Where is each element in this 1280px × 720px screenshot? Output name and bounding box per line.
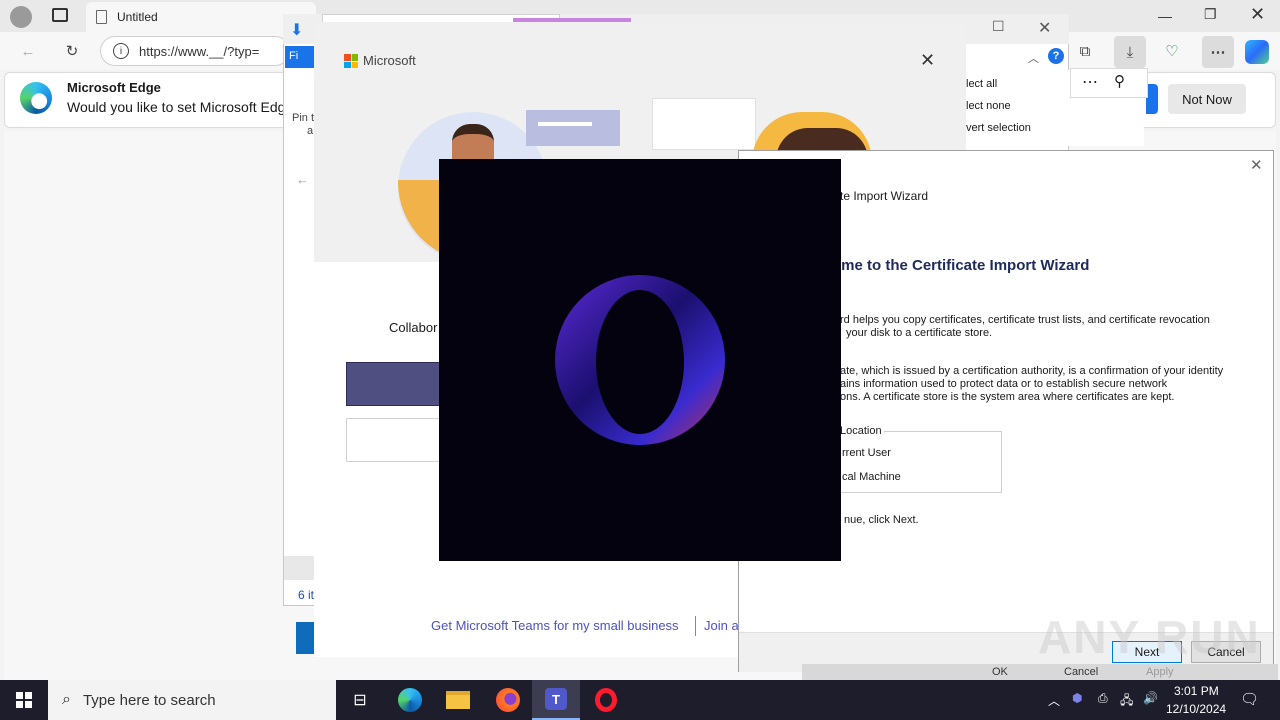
local-machine-radio[interactable]: cal Machine (842, 471, 901, 483)
address-bar[interactable]: i https://www.__/?typ= (100, 36, 290, 66)
page-icon (96, 10, 107, 24)
taskbar-teams-icon[interactable]: T (532, 680, 580, 720)
network-icon[interactable]: 🖧 (1120, 691, 1133, 712)
small-business-link[interactable]: Get Microsoft Teams for my small busines… (431, 618, 679, 633)
opera-logo-icon (555, 275, 725, 445)
address-text: https://www.__/?typ= (139, 43, 260, 59)
banner-title: Microsoft Edge (67, 80, 161, 95)
clock-date[interactable]: 12/10/2024 (1166, 702, 1226, 716)
tab-actions-icon[interactable] (52, 8, 68, 22)
minimize-icon[interactable]: — (1158, 8, 1172, 24)
taskbar-explorer-icon[interactable] (434, 680, 482, 720)
taskbar-firefox-icon[interactable] (484, 680, 532, 720)
pin-icon[interactable]: ⚲ (1114, 72, 1125, 90)
tray-expand-icon[interactable]: ︿ (1048, 692, 1060, 709)
taskbar-opera-icon[interactable] (582, 680, 630, 720)
browser-tab[interactable]: Untitled (86, 2, 316, 32)
start-button[interactable] (0, 680, 48, 720)
more-options-icon[interactable]: ⋯ (1082, 72, 1098, 92)
edge-logo-icon (20, 82, 52, 114)
microsoft-logo-icon (344, 54, 358, 68)
search-icon: ⌕ (62, 691, 71, 708)
help-icon[interactable]: ? (1048, 48, 1064, 64)
collab-text: Collabor (389, 320, 438, 335)
file-menu-button[interactable]: Fi (285, 46, 315, 68)
task-view-icon[interactable]: ⊟ (336, 680, 384, 720)
refresh-icon[interactable]: ↻ (58, 37, 86, 65)
hero-chat-bubble (526, 110, 620, 146)
copilot-icon[interactable] (1245, 40, 1269, 64)
close-icon[interactable]: ✕ (1250, 4, 1265, 25)
pin-label-2: a (307, 125, 314, 137)
restore-icon[interactable]: ❐ (1204, 6, 1217, 23)
join-link[interactable]: Join a (704, 618, 739, 633)
select-none-item[interactable]: lect none (966, 100, 1011, 112)
ribbon-collapse-icon[interactable]: ︿ (1028, 50, 1039, 66)
profile-avatar[interactable] (10, 6, 32, 28)
store-location-label: Location (838, 425, 884, 437)
anyrun-watermark: ANY RUN (1038, 611, 1261, 663)
banner-text: Would you like to set Microsoft Edge (67, 99, 294, 115)
explorer-status-strip (284, 556, 314, 580)
item-count: 6 it (298, 588, 315, 602)
teams-close-icon[interactable]: ✕ (920, 50, 935, 71)
hero-person-head (452, 124, 494, 164)
back-icon[interactable]: ← (14, 37, 42, 65)
explorer-close-icon[interactable]: ✕ (1038, 18, 1051, 38)
invert-selection-item[interactable]: vert selection (966, 122, 1031, 134)
tab-title: Untitled (117, 10, 158, 24)
collections-icon[interactable]: ⧉ (1071, 37, 1099, 65)
tray-device-icon[interactable]: ⎙ (1098, 691, 1108, 706)
current-user-radio[interactable]: rrent User (842, 447, 891, 459)
downloads-icon[interactable]: ⤓ (1114, 36, 1146, 68)
wizard-para2-line2: ains information used to protect data or… (840, 378, 1168, 390)
windows-logo-icon (16, 692, 32, 708)
info-icon: i (113, 43, 129, 59)
wizard-close-icon[interactable]: ✕ (1250, 156, 1263, 174)
browser-essentials-icon[interactable]: ♡ (1158, 37, 1186, 65)
wizard-para2-line1: ate, which is issued by a certification … (840, 365, 1224, 377)
taskbar-edge-icon[interactable] (386, 680, 434, 720)
wizard-heading: ome to the Certificate Import Wizard (832, 257, 1090, 274)
hero-chat-line (538, 122, 592, 126)
explorer-back-icon[interactable]: ← (296, 172, 309, 187)
wizard-title: te Import Wizard (840, 189, 929, 203)
wizard-para1-line2: your disk to a certificate store. (846, 327, 993, 339)
behind-apply-button[interactable]: Apply (1146, 666, 1174, 678)
clock-time[interactable]: 3:01 PM (1174, 684, 1219, 698)
opera-splash-window (439, 159, 841, 561)
download-arrow-icon: ⬇ (290, 22, 304, 39)
tray-teams-icon[interactable]: ⬢ (1072, 691, 1082, 705)
behind-ok-button[interactable]: OK (992, 666, 1008, 678)
continue-text: nue, click Next. (844, 514, 919, 526)
taskbar-search[interactable]: ⌕ Type here to search (48, 680, 336, 720)
explorer-maximize-icon[interactable]: ☐ (992, 18, 1005, 35)
search-placeholder: Type here to search (82, 691, 216, 709)
microsoft-brand: Microsoft (363, 53, 416, 68)
behind-cancel-button[interactable]: Cancel (1064, 666, 1098, 678)
pin-label: Pin t (292, 112, 315, 124)
notification-icon[interactable]: 🗨 (1240, 690, 1259, 708)
store-location-group (820, 431, 1002, 493)
hero-card (652, 98, 756, 150)
explorer-blue-button[interactable] (296, 622, 314, 654)
volume-icon[interactable]: 🔊 (1143, 691, 1158, 705)
not-now-button[interactable]: Not Now (1168, 84, 1246, 114)
wizard-para1-line1: rd helps you copy certificates, certific… (840, 314, 1210, 326)
select-all-item[interactable]: lect all (966, 78, 997, 90)
wizard-para2-line3: ons. A certificate store is the system a… (840, 391, 1175, 403)
more-menu-icon[interactable]: ⋯ (1202, 36, 1234, 68)
link-divider (695, 616, 696, 636)
